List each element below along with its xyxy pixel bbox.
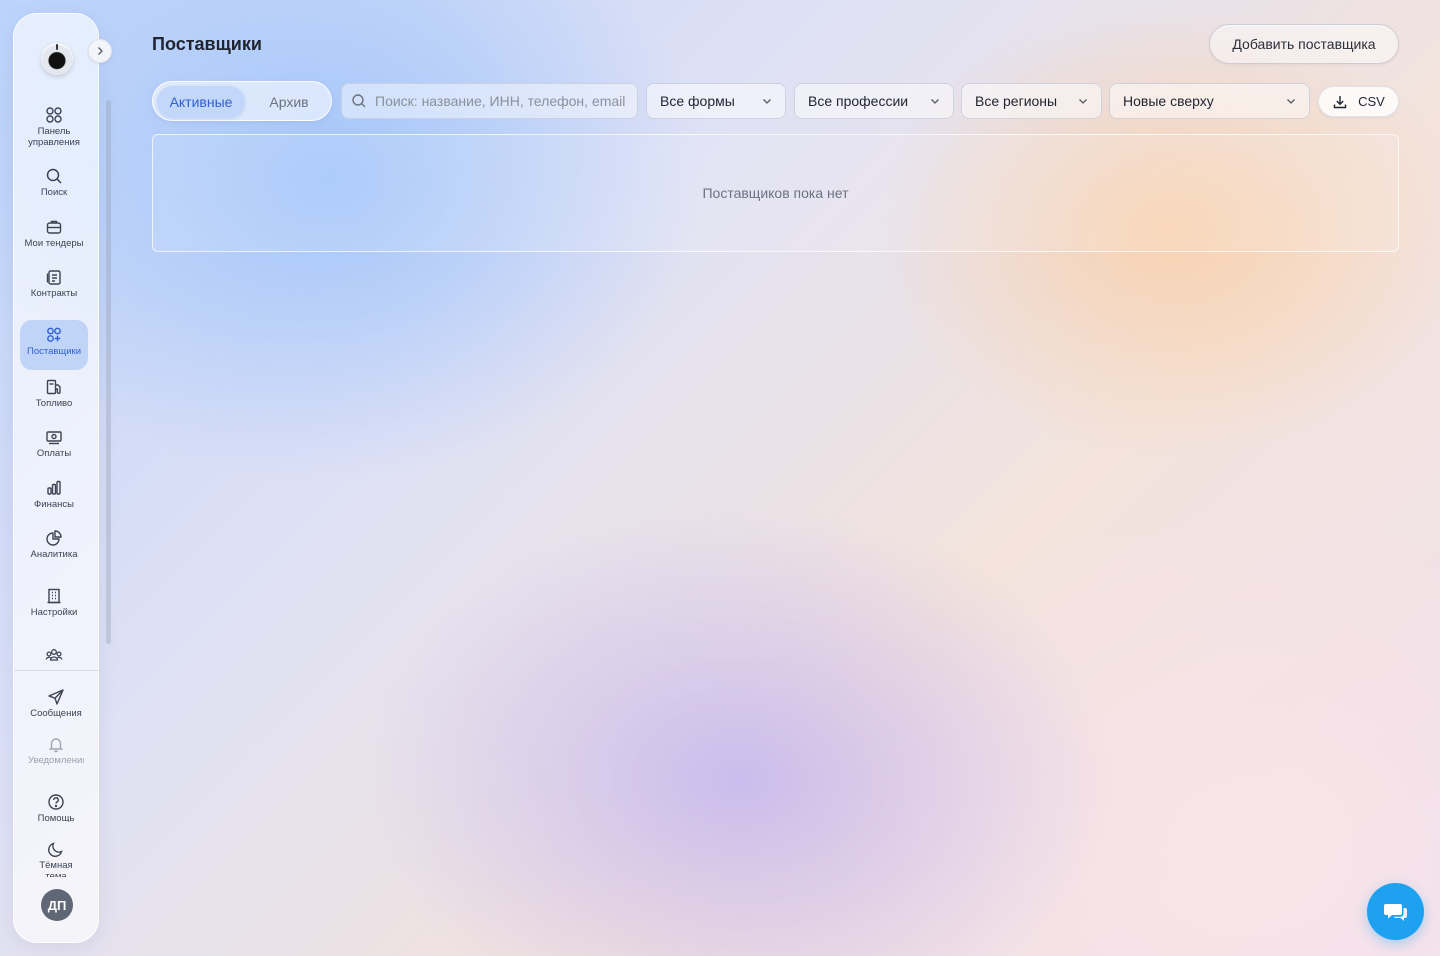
chevron-down-icon: [1079, 99, 1087, 104]
avatar[interactable]: ДП: [41, 889, 73, 921]
region-filter-value: Все регионы: [975, 93, 1058, 109]
chevron-right-icon: [98, 47, 103, 55]
sidebar-item-settings[interactable]: Настройки: [20, 581, 88, 631]
add-supplier-button[interactable]: Добавить поставщика: [1209, 24, 1399, 64]
sidebar-item-fuel[interactable]: Топливо: [20, 372, 88, 422]
chat-icon: [1383, 903, 1407, 921]
pie-chart-icon: [46, 530, 62, 546]
chat-button[interactable]: [1367, 883, 1424, 940]
chevron-down-icon: [1287, 99, 1295, 104]
sidebar-item-label: Аналитика: [30, 550, 78, 560]
region-filter-select[interactable]: Все регионы: [961, 83, 1102, 119]
payments-icon: [46, 431, 62, 445]
moon-icon: [48, 842, 63, 857]
search-icon: [352, 94, 366, 108]
sidebar-item-payments[interactable]: Оплаты: [20, 422, 88, 472]
tab-active[interactable]: Активные: [157, 86, 245, 118]
status-tabs: Активные Архив: [152, 81, 332, 121]
csv-label: CSV: [1358, 94, 1385, 109]
sidebar-toggle-button[interactable]: [88, 39, 112, 63]
sort-value: Новые сверху: [1123, 93, 1214, 109]
contracts-icon: [46, 270, 61, 285]
sidebar: Панель управления Поиск Мои тендеры Конт…: [13, 13, 111, 943]
search-box: [341, 83, 638, 119]
sidebar-item-analytics[interactable]: Аналитика: [20, 523, 88, 573]
sidebar-item-label: Оплаты: [36, 449, 72, 459]
sidebar-item-label: Панель управления: [28, 127, 80, 148]
bar-chart-icon: [47, 480, 61, 495]
logo[interactable]: [41, 43, 73, 75]
sidebar-item-help[interactable]: Помощь: [22, 787, 90, 827]
search-input[interactable]: [375, 93, 625, 109]
sidebar-item-label: Поставщики: [26, 347, 82, 357]
sidebar-item-label: Контракты: [30, 289, 78, 299]
chevron-down-icon: [763, 99, 771, 104]
sidebar-item-notifications[interactable]: Уведомления: [22, 729, 90, 781]
sidebar-item-theme[interactable]: Тёмная тема: [22, 834, 90, 884]
sidebar-item-tenders[interactable]: Мои тендеры: [20, 212, 88, 262]
csv-export-button[interactable]: CSV: [1318, 86, 1399, 117]
search-icon: [46, 168, 62, 184]
send-icon: [48, 689, 64, 705]
profession-filter-select[interactable]: Все профессии: [794, 83, 954, 119]
help-icon: [48, 794, 64, 810]
suppliers-empty-state: Поставщиков пока нет: [152, 134, 1399, 252]
download-icon: [1333, 95, 1347, 108]
sidebar-item-label: Уведомления: [28, 756, 84, 766]
sort-select[interactable]: Новые сверху: [1109, 83, 1310, 119]
sidebar-item-finance[interactable]: Финансы: [20, 473, 88, 523]
sidebar-item-messages[interactable]: Сообщения: [22, 682, 90, 732]
sidebar-item-label: Настройки: [30, 608, 78, 618]
fuel-icon: [46, 379, 61, 395]
sidebar-item-label: Мои тендеры: [24, 239, 84, 249]
sidebar-item-label: Помощь: [37, 814, 75, 822]
sidebar-item-label: Сообщения: [30, 709, 82, 719]
sidebar-item-dashboard[interactable]: Панель управления: [20, 100, 88, 150]
sidebar-item-label: Поиск: [40, 188, 68, 198]
profession-filter-value: Все профессии: [808, 93, 909, 109]
bell-icon: [48, 738, 64, 753]
page-title: Поставщики: [152, 34, 262, 54]
sidebar-item-contracts[interactable]: Контракты: [20, 262, 88, 312]
suppliers-icon: [47, 327, 61, 342]
sidebar-item-label: Тёмная тема: [39, 861, 73, 877]
tab-archive[interactable]: Архив: [249, 86, 329, 118]
sidebar-item-suppliers[interactable]: Поставщики: [20, 320, 88, 370]
sidebar-item-label: Топливо: [35, 399, 73, 409]
dashboard-grid-icon: [46, 107, 62, 123]
sidebar-divider: [14, 670, 100, 671]
team-icon: [45, 649, 63, 661]
empty-state-text: Поставщиков пока нет: [702, 185, 849, 201]
briefcase-icon: [46, 220, 62, 234]
sidebar-scrollbar[interactable]: [106, 100, 111, 644]
form-filter-select[interactable]: Все формы: [646, 83, 786, 119]
form-filter-value: Все формы: [660, 93, 735, 109]
sidebar-item-search[interactable]: Поиск: [20, 161, 88, 211]
sidebar-item-label: Финансы: [34, 500, 74, 510]
chevron-down-icon: [931, 99, 939, 104]
building-icon: [47, 588, 61, 604]
